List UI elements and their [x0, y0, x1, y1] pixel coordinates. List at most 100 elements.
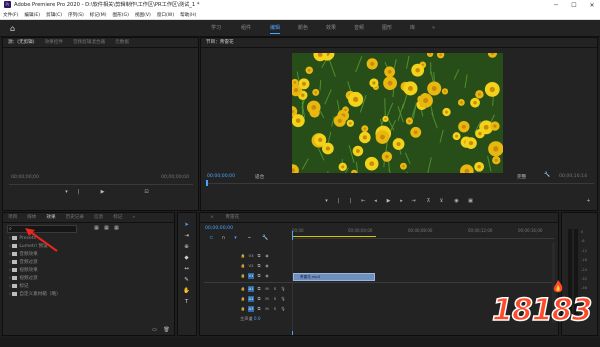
accelerated-effects-icon[interactable]: ▦: [93, 225, 100, 232]
tab-program[interactable]: 节目：青雷花: [201, 38, 239, 47]
lock-icon[interactable]: 🔒: [240, 306, 246, 312]
program-mark-in-icon[interactable]: |: [335, 198, 342, 205]
mic-icon[interactable]: 🎙: [280, 286, 286, 292]
tree-item-video-effects[interactable]: › 视频效果: [9, 267, 61, 275]
source-insert-icon[interactable]: ⊡: [143, 189, 150, 196]
master-volume[interactable]: 0.0: [254, 316, 261, 321]
delete-icon[interactable]: 🗑: [163, 327, 170, 334]
mute-icon[interactable]: M: [264, 296, 270, 302]
lock-icon[interactable]: 🔒: [240, 253, 246, 259]
track-label[interactable]: A3: [248, 306, 254, 312]
track-select-tool-icon[interactable]: ⇥: [183, 233, 190, 240]
pen-tool-icon[interactable]: ✎: [183, 277, 190, 284]
workspace-audio[interactable]: 音频: [354, 25, 364, 32]
sync-icon[interactable]: ⧉: [256, 263, 262, 269]
lock-icon[interactable]: 🔒: [240, 286, 246, 292]
menu-edit[interactable]: 编辑(E): [21, 11, 43, 20]
close-button[interactable]: ✕: [584, 0, 600, 11]
program-timecode-current[interactable]: 00;00;00;00: [207, 174, 235, 179]
video-clip[interactable]: 青雷花.mp4: [293, 273, 375, 281]
program-add-button-icon[interactable]: +: [585, 198, 592, 205]
eye-icon[interactable]: ◉: [264, 253, 270, 259]
menu-help[interactable]: 帮助(H): [177, 11, 199, 20]
tab-effects[interactable]: 效果: [41, 213, 60, 222]
selection-tool-icon[interactable]: ➤: [183, 222, 190, 229]
menu-file[interactable]: 文件(F): [0, 11, 21, 20]
program-extract-icon[interactable]: ⊻: [438, 198, 445, 205]
program-scrubber[interactable]: [206, 183, 594, 184]
track-label[interactable]: V1: [248, 273, 254, 279]
program-quality-dropdown[interactable]: 完整: [517, 174, 526, 180]
sync-icon[interactable]: ⧉: [256, 286, 262, 292]
tab-media-browser[interactable]: 媒体: [22, 213, 41, 222]
solo-icon[interactable]: S: [272, 306, 278, 312]
type-tool-icon[interactable]: T: [183, 299, 190, 306]
workspace-more-button[interactable]: »: [432, 25, 435, 32]
lock-icon[interactable]: 🔒: [240, 273, 246, 279]
wrench-icon[interactable]: 🔧: [262, 235, 269, 242]
track-label[interactable]: V3: [248, 253, 254, 259]
program-fit-dropdown[interactable]: 适合: [255, 174, 264, 180]
menu-window[interactable]: 窗口(W): [154, 11, 177, 20]
linked-selection-icon[interactable]: ∩: [220, 235, 227, 242]
menu-sequence[interactable]: 序列(S): [65, 11, 87, 20]
menu-view[interactable]: 视图(V): [132, 11, 154, 20]
tree-item-markers[interactable]: › 标记: [9, 283, 61, 291]
workspace-learning[interactable]: 学习: [211, 25, 221, 32]
sync-icon[interactable]: ⧉: [256, 306, 262, 312]
tab-more[interactable]: »: [127, 213, 140, 222]
program-goto-out-icon[interactable]: ⇥: [410, 198, 417, 205]
ripple-edit-tool-icon[interactable]: ⊕: [183, 244, 190, 251]
program-marker-icon[interactable]: ▾: [323, 198, 330, 205]
sync-icon[interactable]: ⧉: [256, 253, 262, 259]
maximize-button[interactable]: ☐: [566, 0, 582, 11]
razor-tool-icon[interactable]: ◆: [183, 255, 190, 262]
tab-markers[interactable]: 标记: [108, 213, 127, 222]
yuv-effects-icon[interactable]: ▦: [113, 225, 120, 232]
new-bin-icon[interactable]: ▭: [151, 327, 158, 334]
minimize-button[interactable]: ─: [548, 0, 564, 11]
workspace-libraries[interactable]: 库: [410, 25, 415, 32]
program-play-icon[interactable]: ▶: [385, 198, 392, 205]
tree-item-audio-transitions[interactable]: › 音频过渡: [9, 259, 61, 267]
track-label[interactable]: A2: [248, 296, 254, 302]
tab-project[interactable]: 项目: [3, 213, 22, 222]
tree-item-custom-bin[interactable]: › 自定义素材箱（略）: [9, 291, 61, 299]
tab-info[interactable]: 信息: [89, 213, 108, 222]
program-lift-icon[interactable]: ⊼: [425, 198, 432, 205]
tree-item-video-transitions[interactable]: › 视频过渡: [9, 275, 61, 283]
snap-icon[interactable]: ⊂: [208, 235, 215, 242]
sync-icon[interactable]: ⧉: [256, 296, 262, 302]
program-export-frame-icon[interactable]: ◉: [453, 198, 460, 205]
timeline-timecode[interactable]: 00;00;00;00: [205, 226, 233, 231]
program-step-back-icon[interactable]: ◂: [372, 198, 379, 205]
menu-marker[interactable]: 标记(M): [87, 11, 110, 20]
mic-icon[interactable]: 🎙: [280, 306, 286, 312]
mic-icon[interactable]: 🎙: [280, 296, 286, 302]
source-mark-in-icon[interactable]: ▾: [63, 189, 70, 196]
program-goto-in-icon[interactable]: ⇤: [360, 198, 367, 205]
source-play-icon[interactable]: ▶: [99, 189, 106, 196]
lock-icon[interactable]: 🔒: [240, 296, 246, 302]
workspace-color[interactable]: 颜色: [298, 25, 308, 32]
slip-tool-icon[interactable]: ↔: [183, 266, 190, 273]
hand-tool-icon[interactable]: ✋: [183, 288, 190, 295]
program-compare-icon[interactable]: ▣: [467, 198, 474, 205]
program-step-forward-icon[interactable]: ▸: [398, 198, 405, 205]
home-icon[interactable]: ⌂: [10, 24, 15, 33]
sync-icon[interactable]: ⧉: [256, 273, 262, 279]
track-label[interactable]: A1: [248, 286, 254, 292]
mute-icon[interactable]: M: [264, 286, 270, 292]
track-label[interactable]: V2: [248, 263, 254, 269]
source-scrubber[interactable]: [9, 184, 193, 185]
workspace-graphics[interactable]: 图形: [382, 25, 392, 32]
timeline-ruler[interactable]: 00;00 00;00;04;00 00;00;08;00 00;00;12;0…: [292, 225, 554, 239]
tab-audio-clip-mixer[interactable]: 音频剪辑混合器: [68, 38, 110, 47]
solo-icon[interactable]: S: [272, 286, 278, 292]
tab-metadata[interactable]: 元数据: [110, 38, 134, 47]
tab-timeline-sequence[interactable]: × 青雷花: [200, 213, 249, 222]
source-timecode-in[interactable]: 00;00;00;00: [11, 175, 39, 180]
work-area-bar[interactable]: [292, 236, 376, 237]
tab-effect-controls[interactable]: 效果控件: [40, 38, 68, 47]
source-mark-out-icon[interactable]: |: [75, 189, 82, 196]
